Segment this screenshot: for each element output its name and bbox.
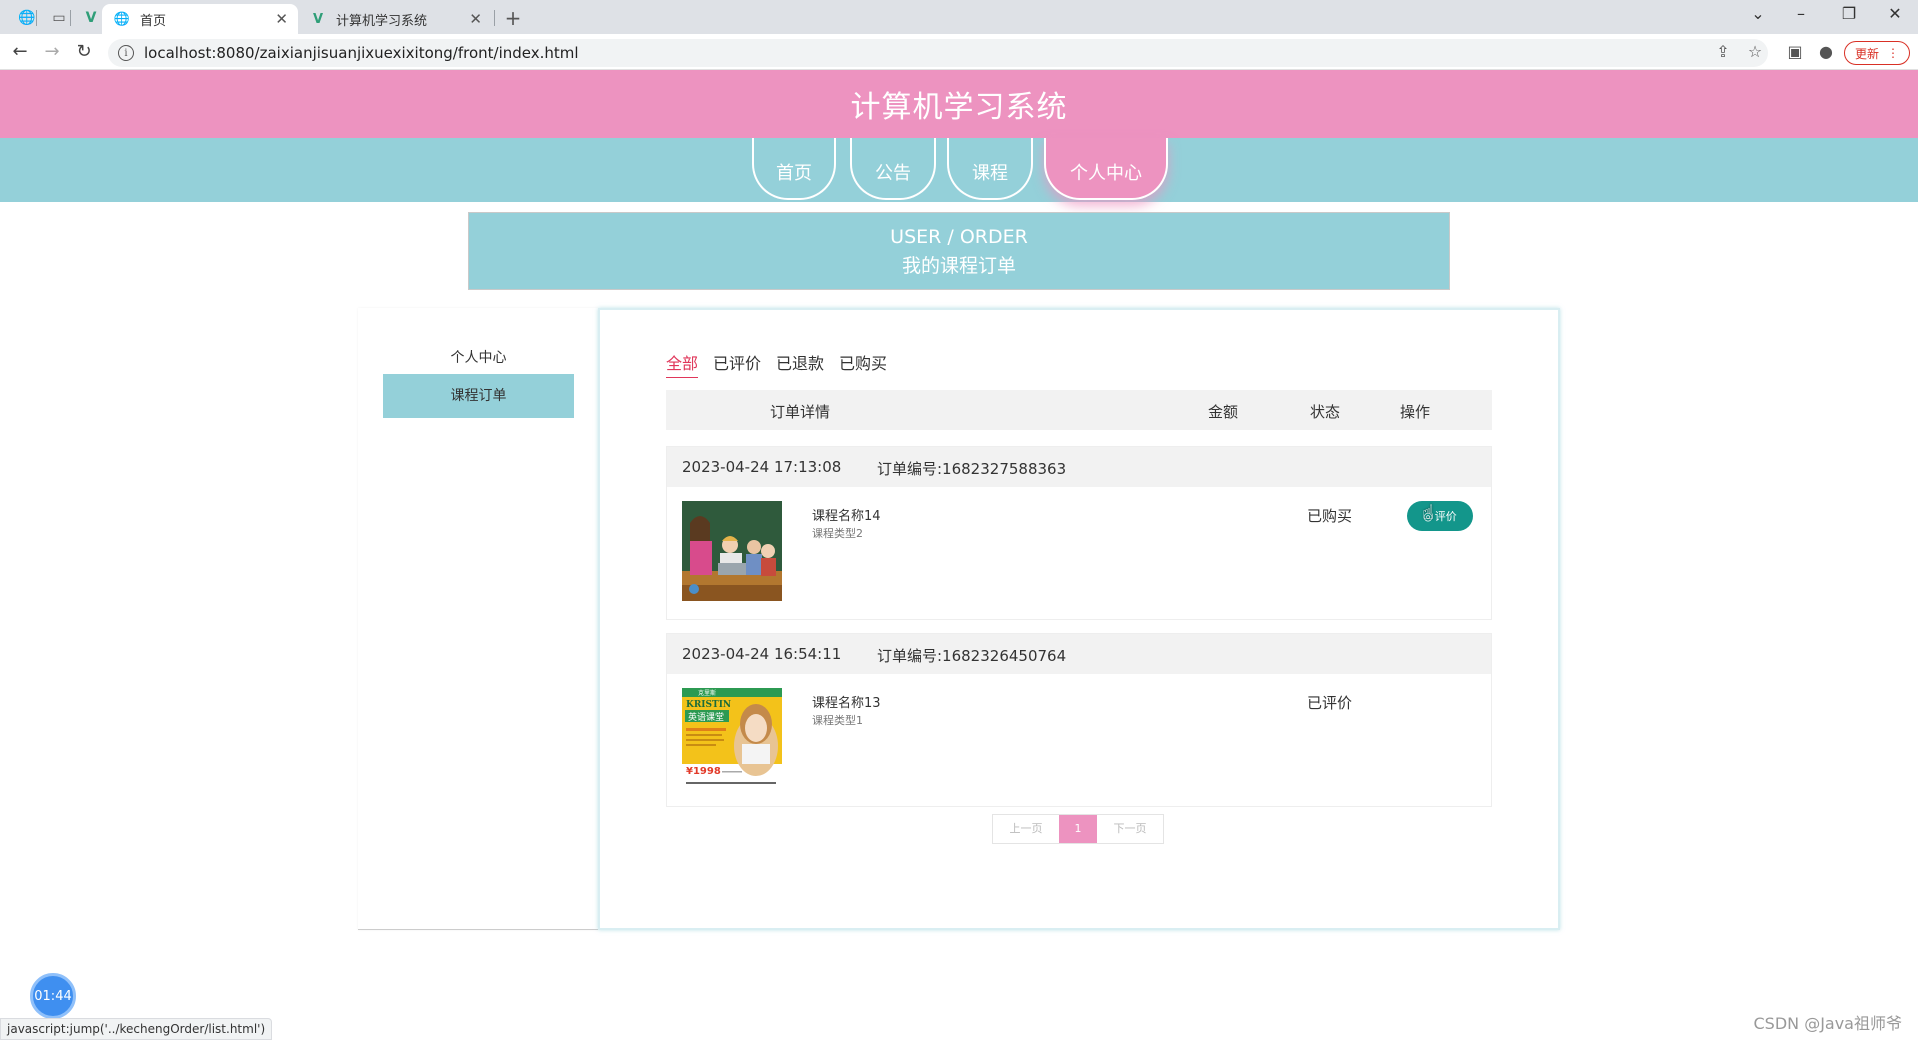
order-header: 2023-04-24 16:54:11 订单编号:1682326450764 xyxy=(667,634,1491,674)
order-status: 已购买 xyxy=(1307,507,1353,525)
order-filter-tabs: 全部 已评价 已退款 已购买 xyxy=(666,350,887,378)
close-icon[interactable]: ✕ xyxy=(469,10,482,28)
order-number: 订单编号:1682327588363 xyxy=(877,460,1067,478)
tab-separator xyxy=(494,10,495,26)
order-body: 克里斯 KRISTIN 英语课堂 ¥1998 课程名称13 课程类型1 已评价 xyxy=(667,674,1491,806)
browser-tabstrip: 🌐 ▭ V 🌐 首页 ✕ V 计算机学习系统 ✕ + ⌄ – ❐ ✕ xyxy=(0,0,1918,34)
tab-label: 首页 xyxy=(140,13,167,29)
header-action: 操作 xyxy=(1400,403,1431,421)
tab-search-icon[interactable]: ⌄ xyxy=(1743,4,1773,23)
review-label: 评价 xyxy=(1434,510,1457,523)
poster-title: 英语课堂 xyxy=(688,711,724,723)
profile-icon[interactable]: ● xyxy=(1815,42,1837,61)
course-type: 课程类型2 xyxy=(812,527,863,540)
nav-item-course[interactable]: 课程 xyxy=(947,138,1033,200)
watermark: CSDN @Java祖师爷 xyxy=(1753,1014,1902,1033)
sidepanel-icon[interactable]: ▣ xyxy=(1784,42,1806,61)
page-title-en: USER / ORDER xyxy=(890,226,1028,248)
order-status: 已评价 xyxy=(1307,694,1353,712)
order-header: 2023-04-24 17:13:08 订单编号:1682327588363 xyxy=(667,447,1491,487)
globe-icon: 🌐 xyxy=(113,11,131,27)
nav-item-user-center[interactable]: 个人中心 xyxy=(1044,138,1168,200)
course-thumbnail[interactable]: 克里斯 KRISTIN 英语课堂 ¥1998 xyxy=(682,688,782,788)
back-icon[interactable]: ← xyxy=(8,40,32,64)
update-button[interactable]: 更新 ⋮ xyxy=(1844,41,1910,65)
course-thumbnail[interactable] xyxy=(682,501,782,601)
recording-timer[interactable]: 01:44 xyxy=(30,973,76,1019)
order-body: 课程名称14 课程类型2 已购买 ◎ 评价 xyxy=(667,487,1491,619)
browser-addressbar: ← → ↻ i localhost:8080/zaixianjisuanjixu… xyxy=(0,34,1918,70)
tab-separator xyxy=(70,10,71,26)
tab-label: 计算机学习系统 xyxy=(336,13,428,29)
sidebar-title: 个人中心 xyxy=(383,338,574,378)
sidebar-item-course-orders[interactable]: 课程订单 xyxy=(383,374,574,418)
order-card: 2023-04-24 17:13:08 订单编号:1682327588363 课… xyxy=(666,446,1492,620)
header-amount: 金额 xyxy=(1208,403,1239,421)
site-header: 计算机学习系统 xyxy=(0,70,1918,138)
course-name[interactable]: 课程名称14 xyxy=(812,505,881,524)
filter-tab-refunded[interactable]: 已退款 xyxy=(776,350,824,378)
order-card: 2023-04-24 16:54:11 订单编号:1682326450764 克… xyxy=(666,633,1492,807)
reload-icon[interactable]: ↻ xyxy=(72,40,96,64)
orders-table-header: 订单详情 金额 状态 操作 xyxy=(666,390,1492,430)
page-number-button[interactable]: 1 xyxy=(1059,815,1097,843)
site-title: 计算机学习系统 xyxy=(850,90,1068,125)
order-time: 2023-04-24 16:54:11 xyxy=(682,645,842,663)
course-type: 课程类型1 xyxy=(812,714,863,727)
review-button[interactable]: ◎ 评价 xyxy=(1407,501,1473,531)
page-title-cn: 我的课程订单 xyxy=(901,255,1016,277)
hand-cursor-icon: ☝ xyxy=(1422,500,1435,524)
globe-icon[interactable]: 🌐 xyxy=(12,5,42,31)
restore-button[interactable]: ❐ xyxy=(1834,4,1864,23)
filter-tab-all[interactable]: 全部 xyxy=(666,350,699,378)
course-name[interactable]: 课程名称13 xyxy=(812,692,881,711)
more-icon: ⋮ xyxy=(1887,46,1899,60)
filter-tab-reviewed[interactable]: 已评价 xyxy=(713,350,761,378)
nav-item-notice[interactable]: 公告 xyxy=(850,138,936,200)
poster-price: ¥1998 xyxy=(686,766,721,777)
forward-icon[interactable]: → xyxy=(40,40,64,64)
tab-separator xyxy=(36,10,37,26)
filter-tab-purchased[interactable]: 已购买 xyxy=(839,350,887,378)
prev-page-button[interactable]: 上一页 xyxy=(993,815,1059,843)
sidebar: 个人中心 课程订单 xyxy=(358,308,598,930)
new-tab-button[interactable]: + xyxy=(498,5,528,31)
update-label: 更新 xyxy=(1854,46,1879,61)
poster-header: 克里斯 xyxy=(698,689,716,697)
header-status: 状态 xyxy=(1310,403,1341,421)
nav-item-home[interactable]: 首页 xyxy=(752,138,836,200)
url-text: localhost:8080/zaixianjisuanjixuexixiton… xyxy=(144,44,579,62)
poster-brand: KRISTIN xyxy=(686,700,731,710)
minimize-button[interactable]: – xyxy=(1786,4,1816,23)
share-icon[interactable]: ⇪ xyxy=(1712,42,1734,61)
next-page-button[interactable]: 下一页 xyxy=(1097,815,1163,843)
order-number: 订单编号:1682326450764 xyxy=(877,647,1067,665)
order-time: 2023-04-24 17:13:08 xyxy=(682,458,842,476)
close-window-button[interactable]: ✕ xyxy=(1880,4,1910,23)
orders-panel: 全部 已评价 已退款 已购买 订单详情 金额 状态 操作 2023-04-24 … xyxy=(598,308,1560,930)
main-navbar: 首页 公告 课程 个人中心 xyxy=(0,138,1918,202)
browser-tab-home[interactable]: 🌐 首页 ✕ xyxy=(102,4,298,34)
url-input[interactable]: i localhost:8080/zaixianjisuanjixuexixit… xyxy=(108,39,1768,67)
page-title-banner: USER / ORDER 我的课程订单 xyxy=(468,212,1450,290)
header-detail: 订单详情 xyxy=(770,403,831,421)
info-icon[interactable]: i xyxy=(118,45,134,61)
vue-icon: V xyxy=(312,11,324,27)
pagination: 上一页 1 下一页 xyxy=(992,814,1164,844)
close-icon[interactable]: ✕ xyxy=(275,10,288,28)
star-icon[interactable]: ☆ xyxy=(1744,42,1766,61)
browser-tab-system[interactable]: V 计算机学习系统 ✕ xyxy=(298,4,492,34)
status-url: javascript:jump('../kechengOrder/list.ht… xyxy=(0,1018,273,1040)
